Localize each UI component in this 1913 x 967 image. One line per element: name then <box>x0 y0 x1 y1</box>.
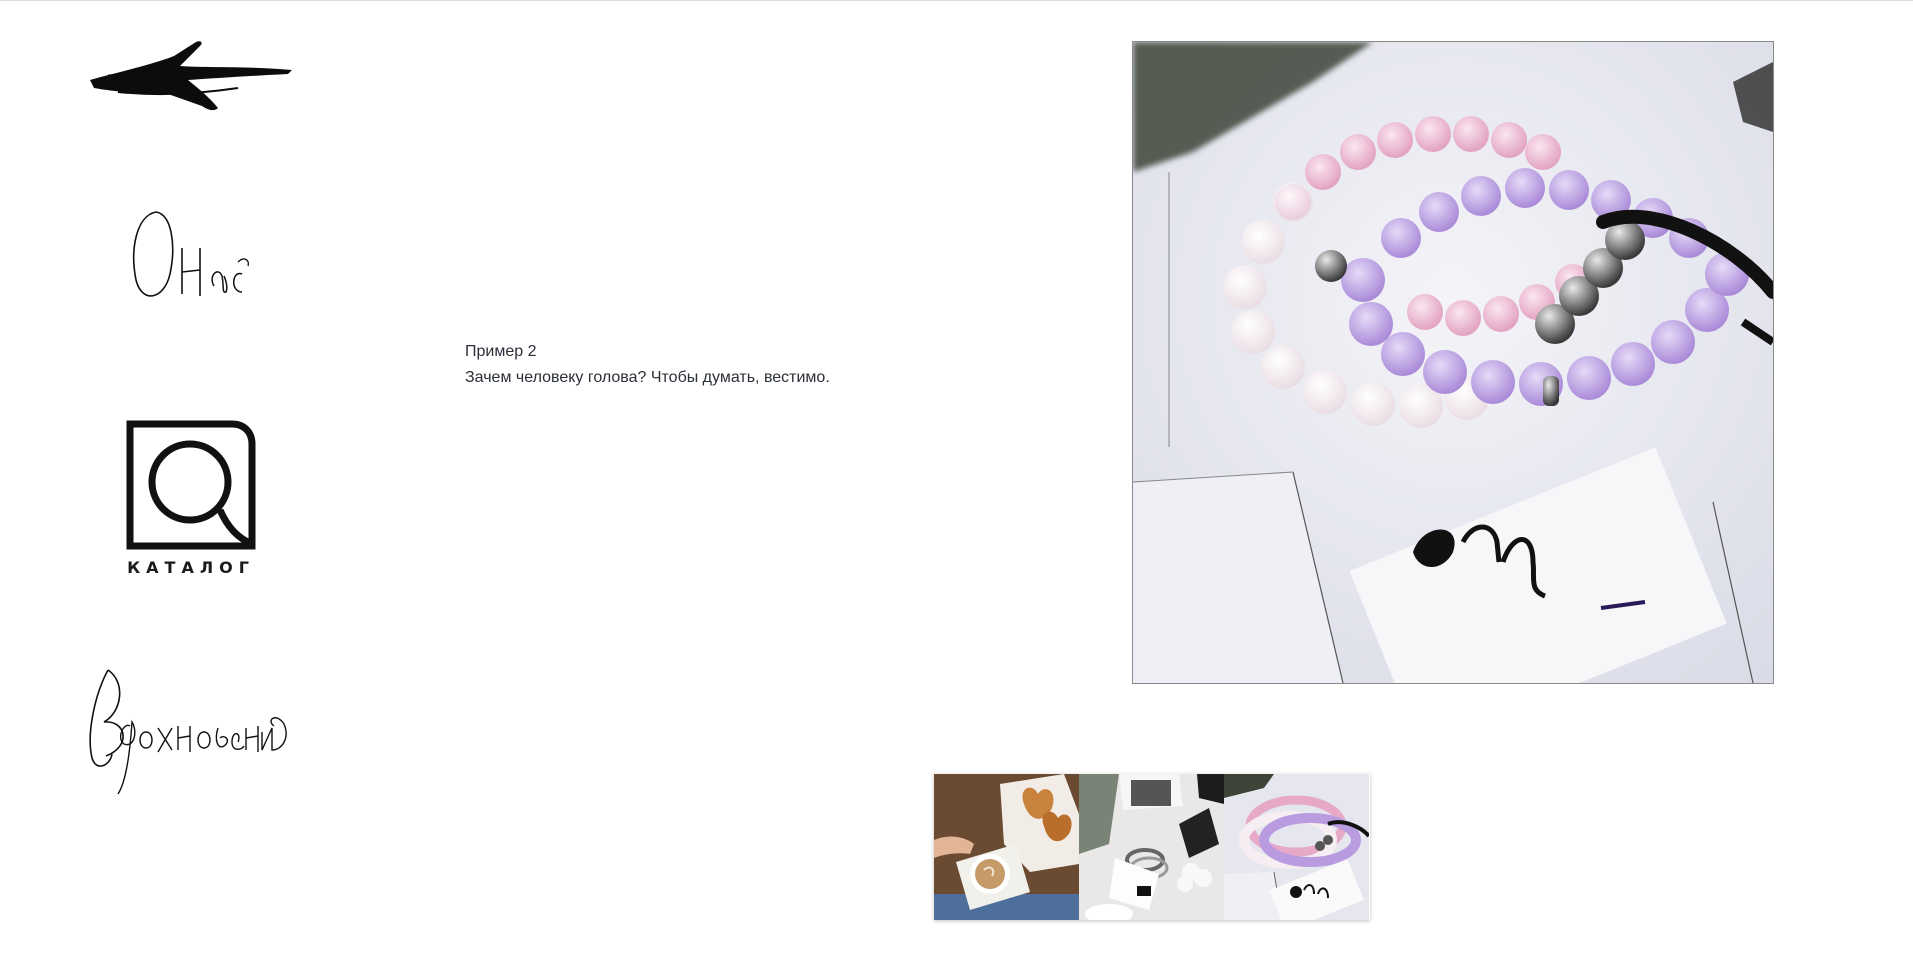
thumbnail-3[interactable] <box>1224 774 1369 920</box>
page: КАТАЛОГ Пример 2 Зачем человеку голова? … <box>0 0 1913 967</box>
brush-arrow-left-icon <box>90 41 292 111</box>
thumbnail-strip <box>934 774 1370 920</box>
bracelets-photo <box>1133 42 1773 683</box>
nav-about-link[interactable] <box>126 200 256 310</box>
inspiration-handwritten-label <box>89 669 287 795</box>
nav-inspiration-link[interactable] <box>86 662 296 798</box>
back-arrow-button[interactable] <box>88 36 294 114</box>
coffee-croissants-photo <box>934 774 1079 920</box>
content-line-2: Зачем человеку голова? Чтобы думать, вес… <box>465 369 830 386</box>
thumbnail-2[interactable] <box>1079 774 1224 920</box>
catalog-label: КАТАЛОГ <box>127 558 255 577</box>
content-text: Пример 2 Зачем человеку голова? Чтобы ду… <box>465 339 1025 391</box>
about-handwritten-label <box>133 211 250 297</box>
main-gallery-image[interactable] <box>1132 41 1774 684</box>
flatlay-bracelets-photo <box>1079 774 1224 920</box>
content-line-1: Пример 2 <box>465 343 537 360</box>
nav-catalog-link[interactable]: КАТАЛОГ <box>124 418 258 582</box>
bracelets-tag-photo <box>1224 774 1369 920</box>
thumbnail-1[interactable] <box>934 774 1079 920</box>
catalog-logo-icon <box>126 420 256 550</box>
